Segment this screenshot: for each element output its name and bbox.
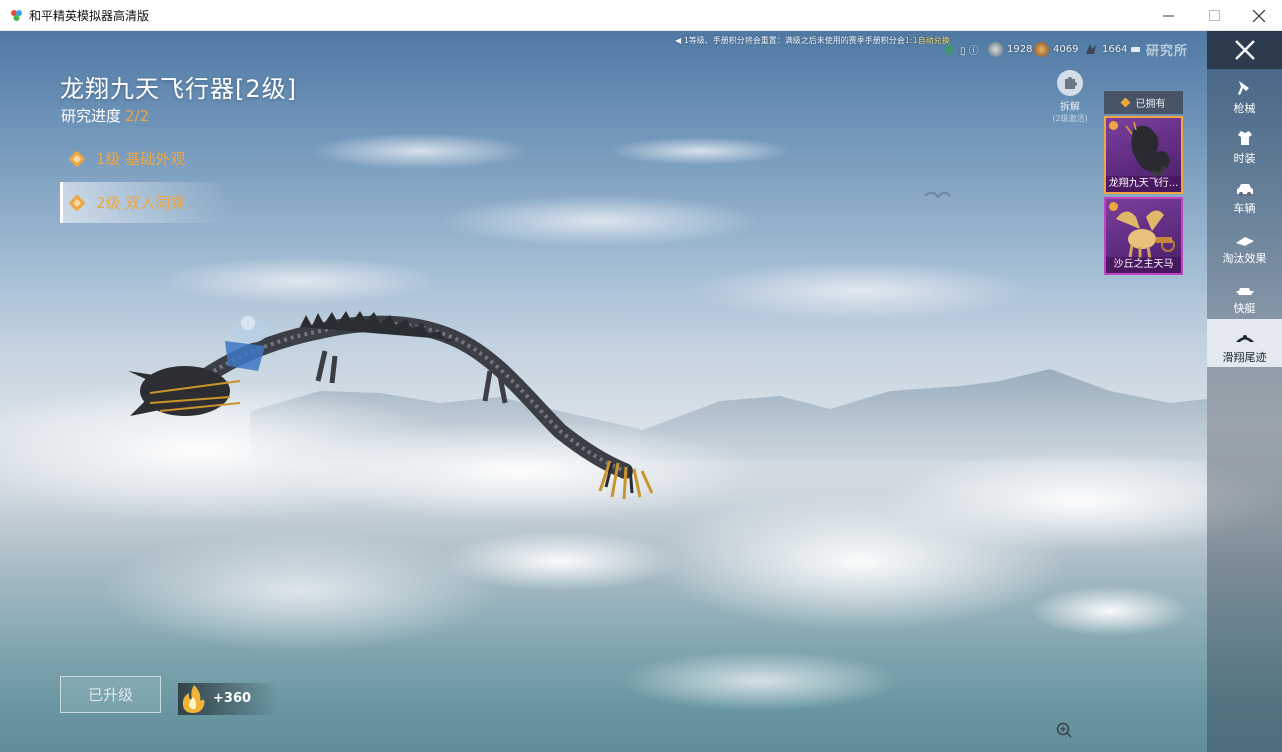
- level-2-item[interactable]: 2级 双人同乘: [60, 182, 230, 223]
- close-icon: [1253, 9, 1265, 22]
- level-1-item[interactable]: 1级 基础外观: [60, 138, 230, 179]
- level-2-label: 2级 双人同乘: [96, 194, 186, 212]
- decompose-sub: (2级激活): [1052, 114, 1088, 123]
- owned-card-name: 龙翔九天飞行...: [1106, 176, 1181, 192]
- nav-label: 时装: [1233, 152, 1256, 165]
- zoom-in-icon[interactable]: [1055, 721, 1073, 739]
- close-icon: [1234, 40, 1255, 60]
- nav-label: 枪械: [1233, 102, 1256, 115]
- minimize-button[interactable]: [1145, 0, 1191, 31]
- owned-header-label: 已拥有: [1135, 99, 1166, 110]
- research-progress: 研究进度 2/2: [61, 105, 149, 126]
- badge-icon: [1109, 202, 1118, 211]
- level-diamond-icon: [68, 150, 86, 167]
- currency-fragment[interactable]: 1664: [1084, 41, 1141, 57]
- level-diamond-icon: [68, 194, 86, 211]
- badge-icon: [1109, 121, 1118, 130]
- add-currency-icon: [1131, 46, 1141, 52]
- gun-icon: [1237, 81, 1249, 95]
- decompose-label: 拆解: [1060, 102, 1080, 113]
- app-logo-icon: [11, 10, 22, 21]
- currency-green[interactable]: ▯ ⓘ: [942, 41, 979, 57]
- upgraded-button: 已升级: [60, 676, 161, 713]
- reward-value: +360: [213, 691, 252, 706]
- elimination-effect-icon: [1235, 237, 1254, 246]
- progress-label: 研究进度: [61, 107, 122, 125]
- item-title: 龙翔九天飞行器[2级]: [60, 75, 297, 103]
- close-panel-button[interactable]: [1207, 31, 1282, 69]
- glide-trail-icon: [1235, 335, 1254, 342]
- silver-coin-icon: [988, 41, 1003, 57]
- coin-green-icon: [943, 42, 955, 56]
- fragment-icon: [1086, 44, 1096, 54]
- nav-item-outfit[interactable]: 时装: [1207, 125, 1282, 173]
- bronze-coin-icon: [1034, 41, 1049, 57]
- reward-badge: +360: [178, 683, 278, 715]
- car-icon: [1236, 184, 1253, 196]
- owned-header: 已拥有: [1104, 91, 1183, 114]
- window-title: 和平精英模拟器高清版: [29, 9, 150, 23]
- info-circle-icon: ▯ ⓘ: [960, 45, 979, 57]
- owned-card-name: 沙丘之主天马: [1106, 257, 1181, 273]
- progress-value: 2/2: [125, 107, 150, 125]
- notice-text: 1等级、手册积分将会重置：满级之后未使用的赛季手册积分会: [683, 36, 905, 45]
- puzzle-icon: [1057, 70, 1083, 96]
- owned-card-dragon[interactable]: 龙翔九天飞行...: [1104, 116, 1183, 194]
- currency-bronze[interactable]: 4069: [1034, 41, 1078, 57]
- currency-fragment-value: 1664: [1102, 43, 1128, 55]
- owned-card-pegasus[interactable]: 沙丘之主天马: [1104, 197, 1183, 275]
- outfit-icon: [1237, 131, 1252, 145]
- season-notice: ◀ 1等级、手册积分将会重置：满级之后未使用的赛季手册积分会1:1自动兑换: [675, 35, 950, 46]
- nav-label: 快艇: [1233, 302, 1256, 315]
- boat-icon: [1235, 288, 1254, 295]
- window-titlebar: 和平精英模拟器高清版: [0, 0, 1282, 31]
- nav-item-gun[interactable]: 枪械: [1207, 75, 1282, 123]
- flame-icon: [182, 685, 205, 713]
- maximize-button[interactable]: [1191, 0, 1237, 31]
- decompose-button[interactable]: 拆解 (2级激活): [1050, 70, 1090, 124]
- nav-item-boat[interactable]: 快艇: [1207, 275, 1282, 323]
- nav-label: 滑翔尾迹: [1222, 351, 1267, 364]
- currency-silver-value: 1928: [1007, 43, 1033, 55]
- game-scene: ◀ 1等级、手册积分将会重置：满级之后未使用的赛季手册积分会1:1自动兑换 ▯ …: [0, 31, 1282, 752]
- nav-item-elimination[interactable]: 淘汰效果: [1207, 225, 1282, 273]
- nav-item-car[interactable]: 车辆: [1207, 175, 1282, 223]
- owned-diamond-icon: [1120, 97, 1130, 108]
- maximize-icon: [1208, 10, 1220, 21]
- window-close-button[interactable]: [1236, 0, 1282, 31]
- level-1-label: 1级 基础外观: [96, 150, 186, 168]
- nav-label: 淘汰效果: [1222, 252, 1267, 265]
- nav-item-glide-trail[interactable]: 滑翔尾迹: [1207, 319, 1282, 367]
- minimize-icon: [1162, 15, 1174, 17]
- nav-label: 车辆: [1233, 202, 1256, 215]
- megaphone-icon: ◀: [675, 36, 682, 45]
- currency-silver[interactable]: 1928: [988, 41, 1032, 57]
- currency-bronze-value: 4069: [1053, 43, 1079, 55]
- lab-link[interactable]: 研究所: [1146, 40, 1188, 59]
